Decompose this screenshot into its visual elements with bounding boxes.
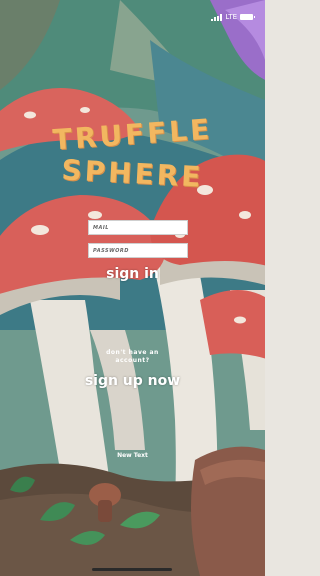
sign-in-button[interactable]: sign in — [0, 266, 265, 282]
signal-strength-icon — [211, 13, 223, 21]
new-text-label: New Text — [117, 452, 148, 459]
mail-input[interactable] — [88, 220, 188, 235]
status-bar: LTE — [211, 13, 255, 21]
signup-prompt: don't have an account? — [0, 349, 265, 365]
sign-up-button[interactable]: sign up now — [0, 373, 265, 389]
signup-prompt-line-1: don't have an — [106, 349, 159, 356]
password-input[interactable] — [88, 243, 188, 258]
network-type: LTE — [225, 13, 237, 21]
battery-icon — [240, 14, 255, 20]
home-indicator[interactable] — [92, 568, 172, 571]
mushroom-forest-background — [0, 0, 265, 576]
signup-prompt-line-2: account? — [115, 357, 150, 364]
login-screen: LTE TRUFFLE SPHERE sign in don't have an… — [0, 0, 265, 576]
